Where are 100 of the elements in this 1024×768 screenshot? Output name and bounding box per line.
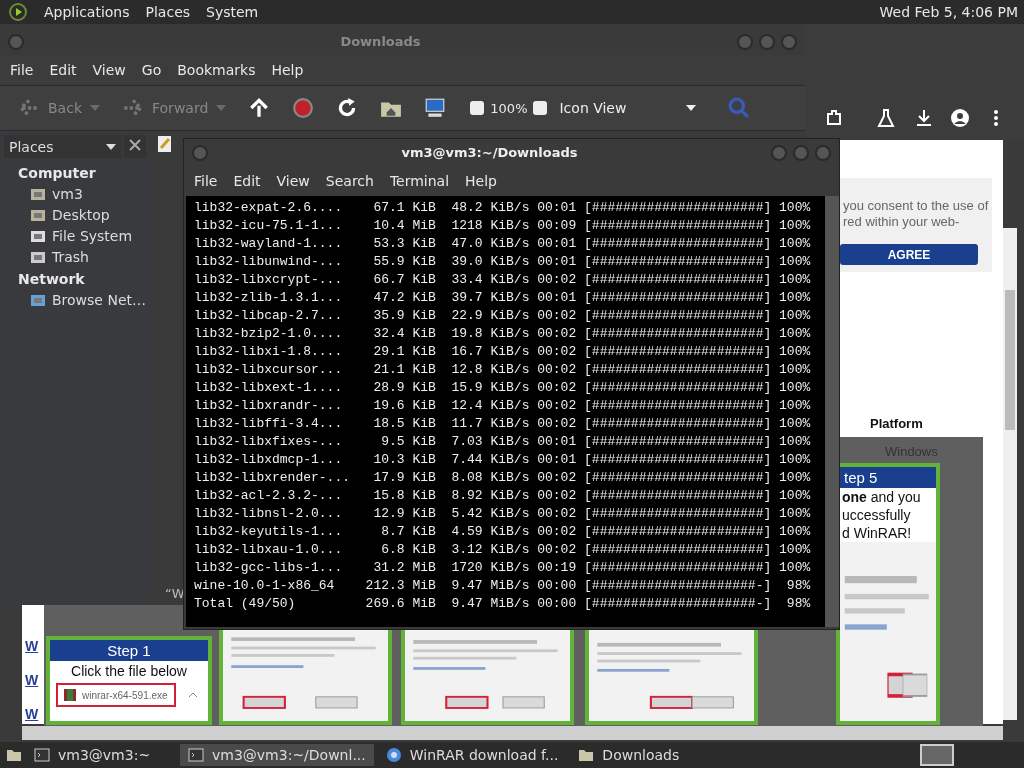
- places-dropdown[interactable]: Places: [4, 135, 121, 158]
- taskbar-item[interactable]: WinRAR download f...: [377, 744, 567, 766]
- caret-icon: [90, 105, 100, 111]
- package-name: lib32-libxcrypt-...: [194, 271, 344, 287]
- package-size: 32.4 KiB: [372, 325, 436, 341]
- download-speed: 39.0 KiB/s: [450, 253, 530, 269]
- time-remaining: 00:02: [536, 343, 577, 359]
- percent-text: 100%: [778, 361, 811, 377]
- package-size: 67.1 KiB: [372, 199, 436, 215]
- package-name: lib32-icu-75.1-1...: [194, 217, 344, 233]
- window-title: vm3@vm3:~/Downloads: [400, 145, 579, 160]
- progress-text: [######################]: [583, 343, 772, 359]
- package-size: 6.8 KiB: [380, 541, 436, 557]
- download-speed: 39.7 KiB/s: [450, 289, 530, 305]
- zoom-out-icon[interactable]: [470, 101, 485, 115]
- download-speed: 4.59 KiB/s: [450, 523, 530, 539]
- percent-text: 100%: [778, 379, 811, 395]
- package-size: 28.9 KiB: [372, 379, 436, 395]
- terminal-icon: [188, 747, 204, 763]
- agree-button[interactable]: AGREE: [840, 244, 978, 265]
- download-speed: 8.92 KiB/s: [450, 487, 530, 503]
- profile-icon[interactable]: [950, 108, 970, 128]
- sidebar-item[interactable]: File System: [0, 226, 150, 247]
- sidebar-item[interactable]: Desktop: [0, 205, 150, 226]
- download-speed: 7.44 KiB/s: [450, 451, 530, 467]
- flask-icon[interactable]: [876, 108, 896, 128]
- menu-item[interactable]: File: [186, 173, 226, 189]
- taskbar-item[interactable]: vm3@vm3:~: [26, 744, 176, 766]
- step-text: Click the file below: [70, 662, 188, 681]
- sidebar-item[interactable]: Trash: [0, 247, 150, 268]
- extension-icon[interactable]: [824, 108, 844, 128]
- panel-menu[interactable]: System: [206, 4, 259, 20]
- menu-item[interactable]: Bookmarks: [169, 62, 264, 78]
- download-file[interactable]: winrar-x64-591.exe: [56, 683, 176, 707]
- percent-text: 100%: [778, 289, 811, 305]
- menu-item[interactable]: Search: [317, 173, 382, 189]
- download-link[interactable]: W: [25, 672, 39, 688]
- menu-item[interactable]: Help: [457, 173, 505, 189]
- workspace-switcher[interactable]: [920, 744, 954, 766]
- time-remaining: 00:01: [536, 253, 577, 269]
- percent-text: 100%: [778, 451, 811, 467]
- zoom-in-icon[interactable]: [533, 101, 548, 115]
- panel-menu[interactable]: Places: [145, 4, 191, 20]
- package-size: 55.9 KiB: [372, 253, 436, 269]
- scrollbar[interactable]: [22, 726, 1003, 740]
- download-speed: 33.4 KiB/s: [450, 271, 530, 287]
- download-icon[interactable]: [914, 108, 934, 128]
- percent-text: 100%: [778, 541, 811, 557]
- scrollbar[interactable]: [825, 196, 839, 627]
- menu-logo-icon[interactable]: [8, 2, 28, 22]
- edit-icon[interactable]: [156, 135, 174, 153]
- package-name: lib32-zlib-1.3.1...: [194, 289, 344, 305]
- package-size: 21.1 KiB: [372, 361, 436, 377]
- show-desktop-icon[interactable]: [6, 747, 22, 763]
- taskbar-item[interactable]: vm3@vm3:~/Downl...: [180, 744, 374, 766]
- taskbar-item[interactable]: Downloads: [570, 744, 721, 766]
- panel-menu[interactable]: Applications: [44, 4, 130, 20]
- caret-icon[interactable]: [188, 692, 198, 698]
- menu-item[interactable]: File: [2, 62, 42, 78]
- step-title: tep 5: [840, 467, 936, 488]
- scrollbar[interactable]: [1003, 228, 1017, 720]
- package-name: lib32-libxcursor...: [194, 361, 344, 377]
- download-speed: 1218 KiB/s: [450, 217, 530, 233]
- time-remaining: 00:02: [536, 361, 577, 377]
- progress-text: [######################]: [583, 307, 772, 323]
- package-name: lib32-libcap-2.7...: [194, 307, 344, 323]
- percent-text: 100%: [778, 469, 811, 485]
- progress-text: [######################]: [583, 415, 772, 431]
- package-size: 15.8 KiB: [372, 487, 436, 503]
- percent-text: 100%: [778, 271, 811, 287]
- sidebar-item[interactable]: Browse Net…: [0, 290, 150, 311]
- package-name: lib32-libnsl-2.0...: [194, 505, 344, 521]
- folder-icon: [578, 747, 595, 763]
- menu-item[interactable]: View: [84, 62, 134, 78]
- package-size: 18.5 KiB: [372, 415, 436, 431]
- view-dropdown[interactable]: Icon View: [553, 99, 703, 117]
- download-link[interactable]: W: [25, 638, 39, 654]
- menu-item[interactable]: Go: [133, 62, 170, 78]
- close-button[interactable]: [124, 135, 146, 158]
- download-link[interactable]: W: [25, 706, 39, 722]
- step-title: Step 1: [50, 640, 208, 661]
- caret-icon: [216, 105, 227, 111]
- progress-text: [######################]: [583, 541, 772, 557]
- time-remaining: 00:02: [536, 541, 577, 557]
- menu-item[interactable]: View: [268, 173, 318, 189]
- package-size: 17.9 KiB: [372, 469, 436, 485]
- progress-text: [#####################-]: [583, 577, 772, 593]
- progress-text: [######################]: [583, 235, 772, 251]
- menu-item[interactable]: Terminal: [381, 173, 458, 189]
- download-speed: 15.9 KiB/s: [450, 379, 530, 395]
- menu-item[interactable]: Edit: [41, 62, 85, 78]
- sidebar-item[interactable]: vm3: [0, 184, 150, 205]
- step-text: one and you: [841, 488, 922, 506]
- menu-item[interactable]: Help: [263, 62, 312, 78]
- percent-text: 100%: [778, 235, 811, 251]
- progress-text: [######################]: [583, 451, 772, 467]
- download-speed: 47.0 KiB/s: [450, 235, 530, 251]
- percent-text: 100%: [778, 505, 811, 521]
- menu-item[interactable]: Edit: [225, 173, 269, 189]
- package-size: 31.2 MiB: [372, 559, 436, 575]
